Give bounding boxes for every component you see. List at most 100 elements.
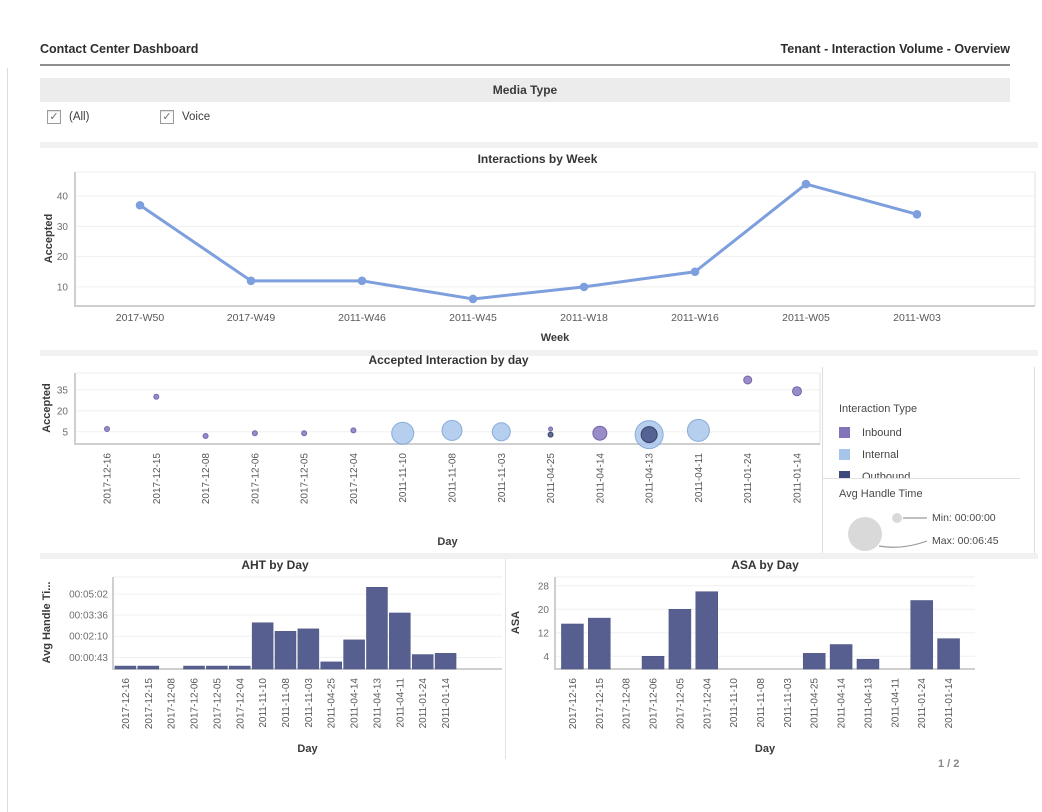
checkbox-all[interactable]: ✓ (All) (47, 110, 89, 124)
svg-text:ASA: ASA (510, 611, 522, 634)
checkbox-voice[interactable]: ✓ Voice (160, 110, 210, 124)
svg-text:2011-04-11: 2011-04-11 (890, 678, 901, 728)
legend-item-outbound[interactable]: Outbound (839, 470, 1034, 478)
svg-text:2017-12-05: 2017-12-05 (675, 678, 686, 730)
accepted-by-day-chart[interactable]: 52035Accepted2017-12-162017-12-152017-12… (40, 367, 822, 553)
legend-items: Inbound Internal Outbound (839, 426, 1034, 478)
svg-text:2017-12-06: 2017-12-06 (649, 678, 660, 730)
breadcrumb: Tenant - Interaction Volume - Overview (781, 42, 1010, 56)
legend-item-internal[interactable]: Internal (839, 448, 1034, 461)
svg-text:Week: Week (541, 332, 570, 344)
svg-text:2017-12-04: 2017-12-04 (235, 678, 246, 730)
svg-text:2011-W16: 2011-W16 (671, 312, 719, 324)
svg-text:2017-W49: 2017-W49 (227, 312, 276, 324)
svg-text:2011-11-08: 2011-11-08 (448, 453, 459, 503)
svg-text:2017-12-16: 2017-12-16 (103, 453, 114, 505)
inbound-swatch-icon (839, 427, 850, 438)
checkmark-icon: ✓ (47, 110, 61, 124)
svg-text:4: 4 (543, 652, 549, 663)
svg-text:2011-04-25: 2011-04-25 (546, 453, 557, 504)
svg-text:12: 12 (538, 628, 550, 639)
header-divider (40, 64, 1010, 66)
svg-text:2017-12-04: 2017-12-04 (349, 453, 360, 505)
legend-size-title: Avg Handle Time (839, 488, 1034, 500)
legend-item-inbound[interactable]: Inbound (839, 426, 1034, 439)
svg-text:20: 20 (538, 605, 550, 616)
svg-text:2011-04-14: 2011-04-14 (350, 678, 361, 729)
checkbox-voice-label: Voice (182, 111, 210, 123)
svg-text:2011-01-24: 2011-01-24 (917, 678, 928, 729)
svg-text:Accepted: Accepted (41, 383, 53, 433)
svg-text:2017-12-15: 2017-12-15 (144, 678, 155, 730)
svg-text:Day: Day (437, 536, 458, 548)
left-edge-divider (7, 68, 8, 812)
svg-text:35: 35 (57, 385, 69, 396)
svg-text:2017-12-08: 2017-12-08 (167, 678, 178, 730)
svg-text:2011-11-03: 2011-11-03 (497, 453, 508, 503)
legend-type-title: Interaction Type (839, 403, 1034, 415)
svg-text:2011-11-10: 2011-11-10 (398, 453, 409, 503)
svg-text:2011-01-14: 2011-01-14 (944, 678, 955, 729)
asa-chart-title: ASA by Day (555, 558, 975, 572)
svg-text:2011-11-10: 2011-11-10 (258, 678, 269, 728)
aht-chart-title: AHT by Day (75, 558, 475, 572)
svg-text:2011-W18: 2011-W18 (560, 312, 608, 324)
max-leader-line (879, 541, 927, 547)
checkbox-all-label: (All) (69, 111, 89, 123)
min-circle-icon (892, 513, 902, 523)
media-type-header: Media Type (40, 78, 1010, 102)
svg-text:00:02:10: 00:02:10 (69, 632, 108, 643)
svg-text:40: 40 (57, 192, 69, 203)
svg-text:Avg Handle Ti...: Avg Handle Ti... (41, 582, 53, 664)
svg-text:20: 20 (57, 252, 69, 263)
svg-text:2011-04-25: 2011-04-25 (810, 678, 821, 729)
svg-text:2011-04-14: 2011-04-14 (595, 453, 606, 504)
internal-swatch-icon (839, 449, 850, 460)
svg-text:2011-01-24: 2011-01-24 (418, 678, 429, 729)
interactions-by-week-chart[interactable]: 10203040Accepted2017-W502017-W492011-W46… (40, 168, 1040, 350)
svg-text:2011-11-08: 2011-11-08 (756, 678, 767, 728)
svg-text:28: 28 (538, 581, 550, 592)
svg-text:2017-12-08: 2017-12-08 (201, 453, 212, 505)
svg-text:2011-04-13: 2011-04-13 (863, 678, 874, 729)
svg-text:30: 30 (57, 222, 69, 233)
chart-legend: Interaction Type Inbound Internal Outbou… (822, 367, 1035, 553)
svg-text:Day: Day (297, 743, 318, 755)
svg-text:Day: Day (755, 743, 776, 755)
svg-text:2011-W46: 2011-W46 (338, 312, 386, 324)
svg-text:5: 5 (62, 427, 68, 438)
svg-text:20: 20 (57, 406, 69, 417)
legend-item-label: Inbound (862, 427, 902, 439)
svg-text:2011-11-03: 2011-11-03 (304, 678, 315, 728)
page-indicator: 1 / 2 (938, 758, 959, 770)
week-chart-title: Interactions by Week (40, 152, 1035, 166)
legend-divider (823, 478, 1020, 479)
svg-text:00:03:36: 00:03:36 (69, 611, 108, 622)
svg-text:2011-04-25: 2011-04-25 (327, 678, 338, 729)
dashboard-page: Contact Center Dashboard Tenant - Intera… (0, 0, 1042, 812)
aht-by-day-chart[interactable]: 00:00:43 00:02:10 00:03:36 00:05:02 Avg Hand… (40, 575, 505, 759)
svg-text:2011-04-13: 2011-04-13 (372, 678, 383, 729)
svg-text:00:05:02: 00:05:02 (69, 590, 108, 601)
legend-item-label: Internal (862, 449, 899, 461)
size-max-label: Max: 00:06:45 (932, 535, 999, 547)
svg-text:2017-12-16: 2017-12-16 (568, 678, 579, 730)
legend-item-label: Outbound (862, 471, 910, 479)
svg-text:10: 10 (57, 282, 69, 293)
svg-text:2017-W50: 2017-W50 (116, 312, 165, 324)
svg-text:2017-12-05: 2017-12-05 (212, 678, 223, 730)
svg-text:2017-12-08: 2017-12-08 (622, 678, 633, 730)
svg-text:2011-04-14: 2011-04-14 (837, 678, 848, 729)
svg-text:2017-12-06: 2017-12-06 (250, 453, 261, 505)
svg-text:2017-12-15: 2017-12-15 (595, 678, 606, 730)
size-legend: Min: 00:00:00 Max: 00:06:45 (839, 504, 1029, 560)
svg-text:2011-04-13: 2011-04-13 (645, 453, 656, 504)
svg-text:2011-01-14: 2011-01-14 (441, 678, 452, 729)
section-divider (40, 142, 1038, 148)
svg-text:2011-W05: 2011-W05 (782, 312, 830, 324)
svg-text:2011-W45: 2011-W45 (449, 312, 497, 324)
checkmark-icon: ✓ (160, 110, 174, 124)
asa-by-day-chart[interactable]: 4 12 20 28 ASA 2017-12-16 2017-12-15 2017-12-08… (505, 575, 1042, 759)
svg-text:00:00:43: 00:00:43 (69, 653, 108, 664)
svg-text:2017-12-04: 2017-12-04 (702, 678, 713, 730)
